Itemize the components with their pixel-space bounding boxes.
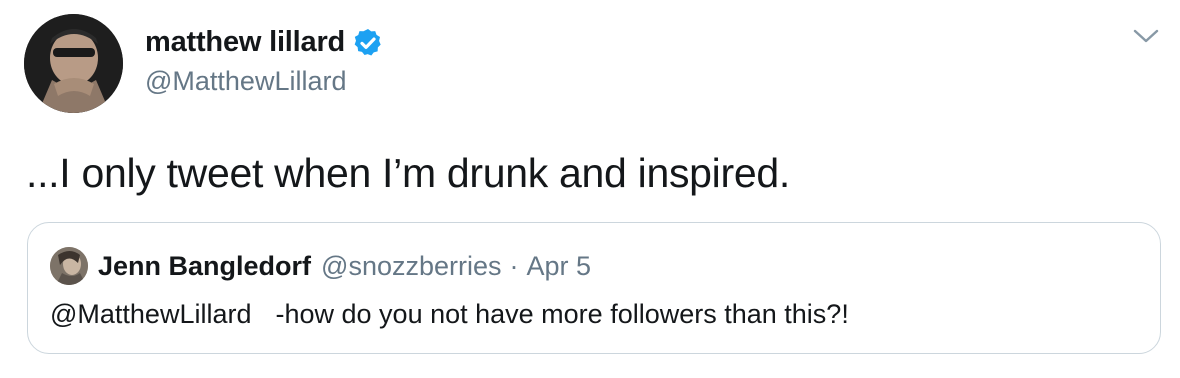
quoted-tweet-header: Jenn Bangledorf @snozzberries · Apr 5 bbox=[50, 247, 591, 285]
tweet-text: ...I only tweet when I’m drunk and inspi… bbox=[26, 150, 790, 196]
quoted-author-avatar-image bbox=[50, 247, 88, 285]
tweet: matthew lillard @MatthewLillard ...I onl… bbox=[0, 0, 1180, 378]
quoted-tweet-mention[interactable]: @MatthewLillard bbox=[50, 299, 252, 329]
quoted-author-avatar[interactable] bbox=[50, 247, 88, 285]
quoted-header-separator: · bbox=[509, 250, 519, 281]
quoted-tweet-date[interactable]: Apr 5 bbox=[527, 251, 592, 282]
quoted-author-display-name[interactable]: Jenn Bangledorf bbox=[98, 251, 311, 282]
quoted-author-handle[interactable]: @snozzberries bbox=[321, 251, 501, 282]
quoted-tweet[interactable]: Jenn Bangledorf @snozzberries · Apr 5 @M… bbox=[27, 222, 1161, 354]
author-avatar-image bbox=[24, 14, 123, 113]
quoted-tweet-text: @MatthewLillard -how do you not have more… bbox=[50, 299, 849, 330]
verified-badge-icon bbox=[352, 27, 384, 59]
author-handle[interactable]: @MatthewLillard bbox=[145, 66, 347, 97]
author-avatar[interactable] bbox=[24, 14, 123, 113]
chevron-down-icon bbox=[1133, 29, 1159, 43]
quoted-tweet-body: -how do you not have more followers than… bbox=[275, 299, 849, 329]
author-display-name[interactable]: matthew lillard bbox=[145, 26, 345, 59]
tweet-menu-button[interactable] bbox=[1128, 22, 1164, 50]
author-name-row: matthew lillard bbox=[145, 26, 384, 59]
